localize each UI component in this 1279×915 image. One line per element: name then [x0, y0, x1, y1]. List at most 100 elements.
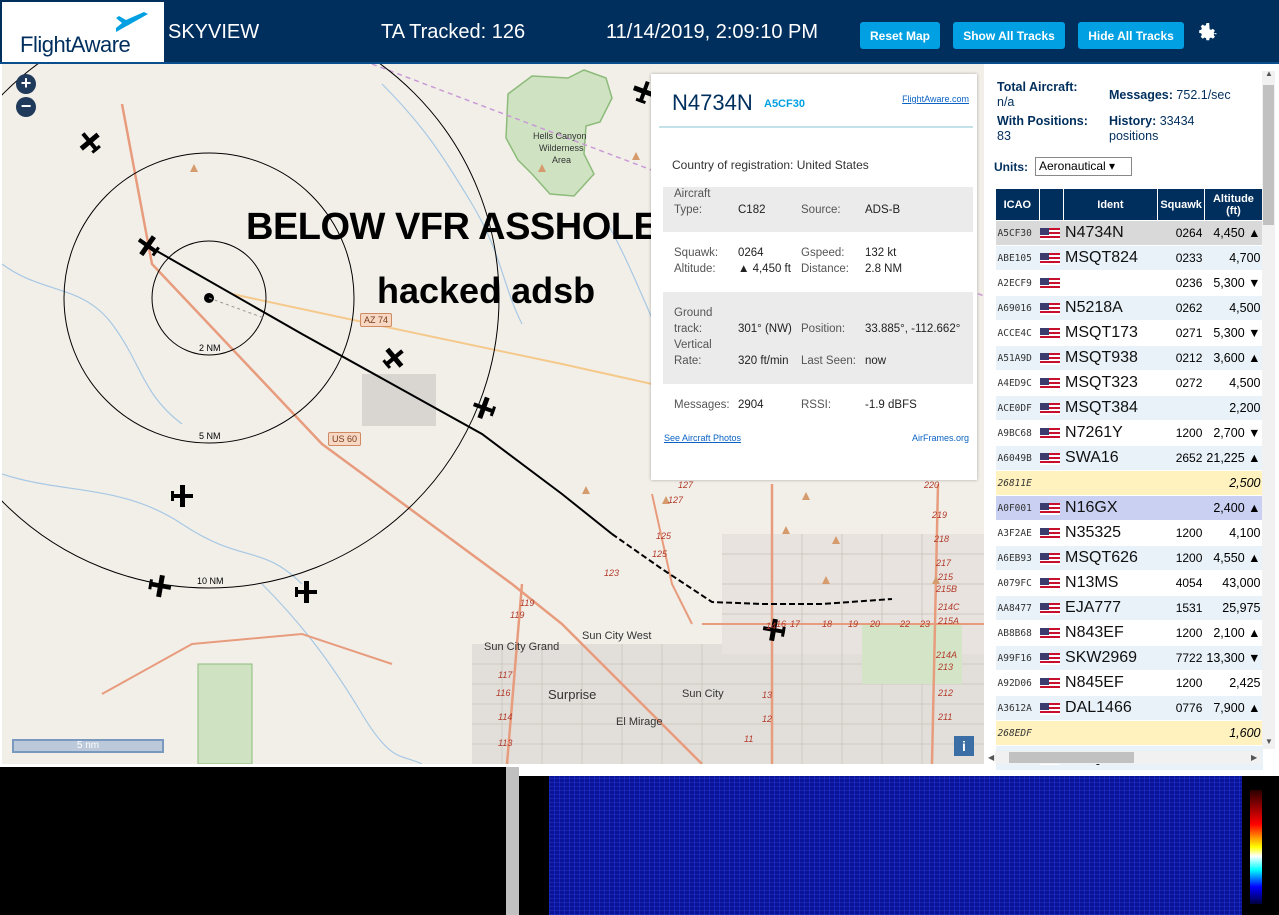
us-flag-icon [1040, 602, 1061, 615]
cell-flag [1039, 220, 1064, 246]
history-stat-label: History: [1109, 114, 1157, 128]
label-altitude: Altitude: [674, 263, 716, 275]
messages-stat: Messages: 752.1/sec [1109, 88, 1231, 102]
map-info-button[interactable]: i [954, 736, 974, 756]
table-row[interactable]: A6EB93 MSQT626 1200 4,550 ▲ [995, 545, 1263, 571]
airframes-link[interactable]: AirFrames.org [912, 433, 969, 443]
scroll-down-arrow-icon[interactable]: ▼ [1265, 737, 1273, 746]
total-aircraft-label: Total Aircraft: [997, 80, 1078, 94]
column-header-icao[interactable]: ICAO [995, 188, 1040, 221]
table-row[interactable]: A51A9D MSQT938 0212 3,600 ▲ [995, 345, 1263, 371]
table-row[interactable]: A3612A DAL1466 0776 7,900 ▲ [995, 695, 1263, 721]
reset-map-button[interactable]: Reset Map [860, 22, 940, 49]
hide-all-tracks-button[interactable]: Hide All Tracks [1078, 22, 1184, 49]
zoom-out-button[interactable]: − [16, 97, 36, 117]
column-header-altitude[interactable]: Altitude (ft) [1203, 188, 1264, 221]
cell-squawk [1157, 720, 1205, 746]
table-row[interactable]: A99F16 SKW2969 7722 13,300 ▼ [995, 645, 1263, 671]
road-num: 214C [938, 602, 960, 612]
cell-altitude: 4,100 [1204, 520, 1263, 546]
show-all-tracks-button[interactable]: Show All Tracks [953, 22, 1065, 49]
road-num: 12 [762, 714, 773, 724]
cell-altitude: 4,500 [1204, 370, 1263, 396]
table-row[interactable]: A69016 N5218A 0262 4,500 [995, 295, 1263, 321]
sidebar-vertical-scrollbar[interactable] [1262, 71, 1275, 749]
zoom-in-button[interactable]: + [16, 74, 36, 94]
cell-flag [1039, 545, 1064, 571]
us-flag-icon [1040, 227, 1061, 240]
cell-icao: 26811E [995, 470, 1040, 496]
road-num: 113 [498, 738, 513, 748]
scrollbar-thumb[interactable] [1263, 85, 1274, 225]
road-num: 219 [932, 510, 948, 520]
flightaware-link[interactable]: FlightAware.com [902, 94, 969, 104]
us-flag-icon [1040, 702, 1061, 715]
sidebar-horizontal-scrollbar[interactable] [995, 751, 1261, 764]
road-num: 127 [678, 480, 694, 490]
ring-label-2nm: 2 NM [199, 343, 221, 353]
table-row[interactable]: A5CF30 N4734N 0264 4,450 ▲ [995, 220, 1263, 246]
map-label-area: Area [552, 155, 572, 165]
column-header-squawk[interactable]: Squawk [1157, 188, 1205, 221]
overlay-subcaption: hacked adsb [377, 270, 596, 311]
cell-icao: ABE105 [995, 245, 1040, 271]
table-row[interactable]: A92D06 N845EF 1200 2,425 [995, 670, 1263, 696]
label-ground: Ground [674, 307, 713, 319]
cell-squawk: 1531 [1157, 595, 1205, 621]
scrollbar-thumb[interactable] [1009, 752, 1134, 763]
messages-stat-value: 752.1/sec [1176, 88, 1231, 102]
table-row[interactable]: A6049B SWA16 2652 21,225 ▲ [995, 445, 1263, 471]
gear-icon[interactable] [1195, 21, 1219, 45]
table-row[interactable]: 26811E 2,500 [995, 470, 1263, 496]
cell-flag [1039, 295, 1064, 321]
app-name: SKYVIEW [168, 21, 260, 43]
cell-ident: N845EF [1063, 670, 1158, 696]
map-label-wilderness: Wilderness [539, 143, 584, 153]
scroll-up-arrow-icon[interactable]: ▲ [1265, 69, 1273, 78]
cell-altitude: 5,300 ▼ [1204, 270, 1263, 296]
table-row[interactable]: ACE0DF MSQT384 2,200 [995, 395, 1263, 421]
units-select[interactable]: Aeronautical ▾ [1035, 157, 1132, 176]
table-row[interactable]: ACCE4C MSQT173 0271 5,300 ▼ [995, 320, 1263, 346]
cell-flag [1039, 645, 1064, 671]
table-row[interactable]: A0F001 N16GX 2,400 ▲ [995, 495, 1263, 521]
aircraft-table-body: A5CF30 N4734N 0264 4,450 ▲ ABE105 MSQT824 0233… [995, 220, 1263, 771]
table-row[interactable]: A3F2AE N35325 1200 4,100 [995, 520, 1263, 546]
value-altitude: ▲ 4,450 ft [738, 263, 791, 275]
label-type: Type: [674, 204, 703, 216]
cell-altitude: 4,700 [1204, 245, 1263, 271]
logo-plane-icon [116, 12, 148, 32]
table-row[interactable]: 268EDF 1,600 [995, 720, 1263, 746]
cell-altitude: 2,500 [1204, 470, 1263, 496]
aircraft-photos-link[interactable]: See Aircraft Photos [664, 433, 741, 443]
column-header-ident[interactable]: Ident [1062, 188, 1159, 221]
cell-altitude: 4,500 [1204, 295, 1263, 321]
table-row[interactable]: AA8477 EJA777 1531 25,975 [995, 595, 1263, 621]
units-label: Units: [994, 160, 1028, 174]
table-row[interactable]: A4ED9C MSQT323 0272 4,500 [995, 370, 1263, 396]
cell-icao: AA8477 [995, 595, 1040, 621]
table-row[interactable]: A2ECF9 0236 5,300 ▼ [995, 270, 1263, 296]
flightaware-logo[interactable]: FlightAware [2, 2, 164, 62]
road-num: 114 [498, 712, 513, 722]
us-flag-icon [1040, 652, 1061, 665]
table-row[interactable]: AB8B68 N843EF 1200 2,100 ▲ [995, 620, 1263, 646]
table-row[interactable]: A9BC68 N7261Y 1200 2,700 ▼ [995, 420, 1263, 446]
history-stat: History: 33434 [1109, 114, 1194, 128]
us-flag-icon [1040, 577, 1061, 590]
cell-squawk: 1200 [1157, 520, 1205, 546]
table-row[interactable]: ABE105 MSQT824 0233 4,700 [995, 245, 1263, 271]
cell-altitude: 2,100 ▲ [1204, 620, 1263, 646]
cell-icao: A2ECF9 [995, 270, 1040, 296]
scroll-left-arrow-icon[interactable]: ◀ [988, 753, 994, 762]
scroll-right-arrow-icon[interactable]: ▶ [1251, 753, 1257, 762]
road-num: 119 [520, 598, 535, 608]
table-row[interactable]: A079FC N13MS 4054 43,000 [995, 570, 1263, 596]
road-num: 23 [920, 619, 931, 629]
sidebar: Total Aircraft: n/a Messages: 752.1/sec … [986, 64, 1279, 771]
column-header-flag[interactable] [1038, 188, 1064, 221]
city-sun-city: Sun City [682, 688, 724, 700]
road-num: 14 [766, 621, 777, 631]
cell-altitude: 2,400 ▲ [1204, 495, 1263, 521]
road-num: 214A [936, 650, 958, 660]
